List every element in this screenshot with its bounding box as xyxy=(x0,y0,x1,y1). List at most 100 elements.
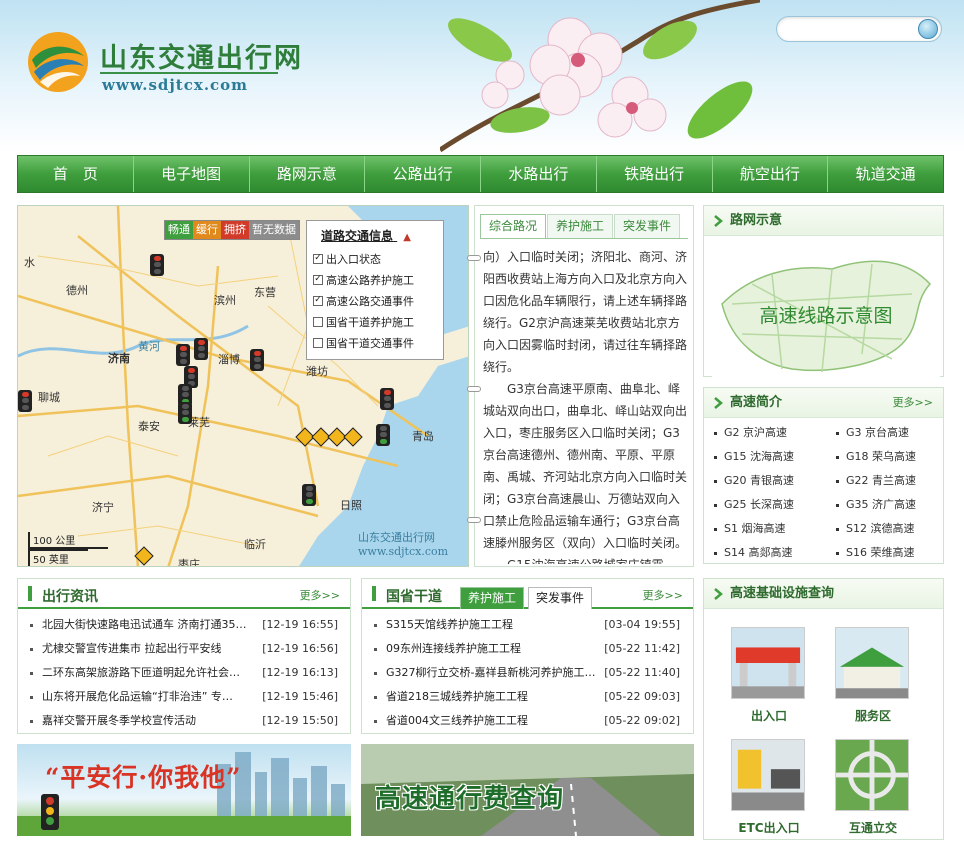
checkbox-icon[interactable]: ✓ xyxy=(313,295,323,306)
traffic-light-icon[interactable] xyxy=(176,344,190,366)
highway-link[interactable]: S1 烟海高速 xyxy=(714,520,785,536)
nav-air-travel[interactable]: 航空出行 xyxy=(713,156,829,192)
news-title[interactable]: G327柳行立交桥-嘉祥县新桃河养护施工… xyxy=(386,661,596,685)
header-accent xyxy=(28,586,32,601)
traffic-light-icon[interactable] xyxy=(250,349,264,371)
news-item[interactable]: 山东将开展危化品运输“打非治违” 专… [12-19 15:46] xyxy=(30,685,338,709)
highway-link[interactable]: S16 荣维高速 xyxy=(836,544,914,560)
news-item[interactable]: 北园大街快速路电迅试通车 济南打通35… [12-19 16:55] xyxy=(30,613,338,637)
search-icon[interactable] xyxy=(918,19,938,39)
travel-news-title[interactable]: 出行资讯 xyxy=(42,586,98,606)
highway-map-thumbnail[interactable]: 高速线路示意图 xyxy=(712,244,940,384)
tab-general-conditions[interactable]: 综合路况 xyxy=(480,214,547,238)
news-title[interactable]: 09东州连接线养护施工工程 xyxy=(386,637,521,661)
nav-rail-travel[interactable]: 铁路出行 xyxy=(597,156,713,192)
nav-home[interactable]: 首 页 xyxy=(18,156,134,192)
highway-link[interactable]: S12 滨德高速 xyxy=(836,520,914,536)
legend-slow[interactable]: 缓行 xyxy=(193,221,221,239)
checkbox-icon[interactable] xyxy=(313,316,323,327)
interchange-image[interactable] xyxy=(835,739,909,811)
news-title[interactable]: S315天馆线养护施工工程 xyxy=(386,613,513,637)
traffic-light-icon[interactable] xyxy=(302,484,316,506)
legend-smooth[interactable]: 畅通 xyxy=(165,221,193,239)
news-item[interactable]: 省道218三城线养护施工工程 [05-22 09:03] xyxy=(374,685,680,709)
news-title[interactable]: 尤棣交警宣传进集市 拉起出行平安线 xyxy=(42,637,222,661)
header-accent xyxy=(372,586,376,601)
layer-toggle-hw-maintenance[interactable]: ✓ 高速公路养护施工 xyxy=(313,269,437,290)
news-title[interactable]: 嘉祥交警开展冬季学校宣传活动 xyxy=(42,709,196,733)
chevron-right-icon xyxy=(714,215,723,227)
facility-query-title[interactable]: 高速基础设施查询 xyxy=(730,586,834,601)
layer-panel-title[interactable]: 道路交通信息 ▲ xyxy=(321,227,437,244)
tab-trunk-maintenance[interactable]: 养护施工 xyxy=(460,587,525,609)
tab-maintenance[interactable]: 养护施工 xyxy=(547,214,614,238)
traffic-light-icon[interactable] xyxy=(194,338,208,360)
road-conditions-text[interactable]: 向）入口临时关闭；济阳北、商河、济阳西收费站上海方向入口及北京方向入口因危化品车… xyxy=(483,246,687,564)
traffic-light-icon[interactable] xyxy=(380,388,394,410)
highway-link[interactable]: G2 京沪高速 xyxy=(714,424,787,440)
highway-link[interactable]: S14 高郯高速 xyxy=(714,544,792,560)
highway-link[interactable]: G35 济广高速 xyxy=(836,496,916,512)
highway-link[interactable]: G25 长深高速 xyxy=(714,496,794,512)
news-title[interactable]: 北园大街快速路电迅试通车 济南打通35… xyxy=(42,613,247,637)
nav-rail-transit[interactable]: 轨道交通 xyxy=(828,156,943,192)
news-item[interactable]: 省道004文三线养护施工工程 [05-22 09:02] xyxy=(374,709,680,733)
news-item[interactable]: S315天馆线养护施工工程 [03-04 19:55] xyxy=(374,613,680,637)
highway-link[interactable]: G15 沈海高速 xyxy=(714,448,794,464)
road-network-title[interactable]: 路网示意 xyxy=(730,213,782,228)
legend-no-data[interactable]: 暂无数据 xyxy=(249,221,299,239)
highway-link[interactable]: G20 青银高速 xyxy=(714,472,794,488)
news-item[interactable]: 09东州连接线养护施工工程 [05-22 11:42] xyxy=(374,637,680,661)
legend-congested[interactable]: 拥挤 xyxy=(221,221,249,239)
nav-road-network[interactable]: 路网示意 xyxy=(250,156,366,192)
highway-link[interactable]: G3 京台高速 xyxy=(836,424,909,440)
layer-toggle-entrance[interactable]: ✓ 出入口状态 xyxy=(313,248,437,269)
news-title[interactable]: 山东将开展危化品运输“打非治违” 专… xyxy=(42,685,233,709)
layer-toggle-hw-incident[interactable]: ✓ 高速公路交通事件 xyxy=(313,290,437,311)
trunk-roads-title[interactable]: 国省干道 xyxy=(386,586,442,606)
more-link[interactable]: 更多>> xyxy=(643,587,683,603)
news-title[interactable]: 二环东高架旅游路下匝道明起允许社会车… xyxy=(42,661,250,685)
checkbox-icon[interactable] xyxy=(313,337,323,348)
checkbox-icon[interactable]: ✓ xyxy=(313,274,323,285)
binder-ring-icon xyxy=(467,255,481,261)
tab-incidents[interactable]: 突发事件 xyxy=(614,214,681,238)
traffic-light-icon[interactable] xyxy=(18,390,32,412)
nav-highway-travel[interactable]: 公路出行 xyxy=(365,156,481,192)
traffic-light-icon[interactable] xyxy=(376,424,390,446)
collapse-arrow-icon[interactable]: ▲ xyxy=(403,232,411,243)
facility-label[interactable]: 出入口 xyxy=(731,707,807,724)
toll-gate-image[interactable] xyxy=(731,627,805,699)
news-item[interactable]: 尤棣交警宣传进集市 拉起出行平安线 [12-19 16:56] xyxy=(30,637,338,661)
facility-label[interactable]: 互通立交 xyxy=(835,819,911,836)
highway-link[interactable]: G18 荣乌高速 xyxy=(836,448,916,464)
news-item[interactable]: G327柳行立交桥-嘉祥县新桃河养护施工… [05-22 11:40] xyxy=(374,661,680,685)
traffic-map[interactable]: 水 德州 滨州 东营 济南 黄河 淄博 潍坊 聊城 泰安 莱芜 青岛 济宁 日照… xyxy=(17,205,469,567)
nav-e-map[interactable]: 电子地图 xyxy=(134,156,250,192)
roadwork-icon[interactable] xyxy=(293,426,363,448)
more-link[interactable]: 更多>> xyxy=(893,388,933,418)
roadwork-icon[interactable] xyxy=(134,546,154,566)
news-item[interactable]: 二环东高架旅游路下匝道明起允许社会车… [12-19 16:13] xyxy=(30,661,338,685)
facility-label[interactable]: ETC出入口 xyxy=(731,819,807,836)
tab-trunk-incidents[interactable]: 突发事件 xyxy=(528,587,593,609)
highway-intro-title[interactable]: 高速简介 xyxy=(730,395,782,410)
etc-gate-image[interactable] xyxy=(731,739,805,811)
layer-toggle-trunk-incident[interactable]: 国省干道交通事件 xyxy=(313,332,437,353)
more-link[interactable]: 更多>> xyxy=(300,587,340,603)
nav-water-travel[interactable]: 水路出行 xyxy=(481,156,597,192)
service-area-image[interactable] xyxy=(835,627,909,699)
news-title[interactable]: 省道004文三线养护施工工程 xyxy=(386,709,528,733)
highway-link[interactable]: G22 青兰高速 xyxy=(836,472,916,488)
traffic-light-icon[interactable] xyxy=(178,402,192,424)
map-label: 济宁 xyxy=(92,501,114,514)
toll-query-banner[interactable]: 高速通行费查询 xyxy=(361,744,694,836)
layer-toggle-trunk-maintenance[interactable]: 国省干道养护施工 xyxy=(313,311,437,332)
checkbox-icon[interactable]: ✓ xyxy=(313,253,323,264)
site-name[interactable]: 山东交通出行网 xyxy=(100,36,303,75)
facility-label[interactable]: 服务区 xyxy=(835,707,911,724)
traffic-light-icon[interactable] xyxy=(150,254,164,276)
news-title[interactable]: 省道218三城线养护施工工程 xyxy=(386,685,528,709)
safety-campaign-banner[interactable]: “平安行·你我他” xyxy=(17,744,351,836)
news-item[interactable]: 嘉祥交警开展冬季学校宣传活动 [12-19 15:50] xyxy=(30,709,338,733)
